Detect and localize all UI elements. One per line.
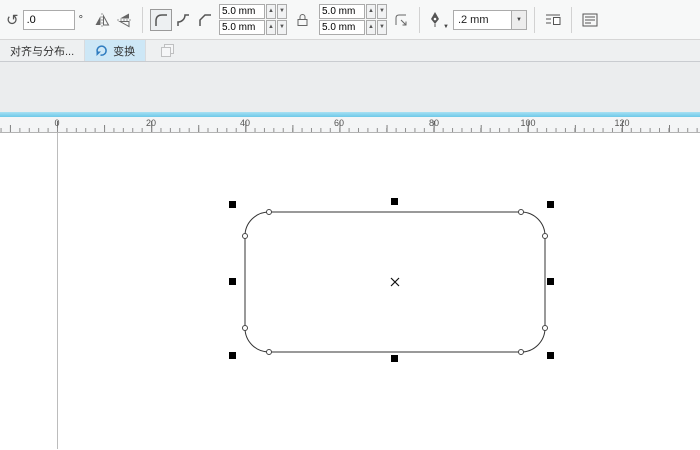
spinner-down-icon[interactable]: ▼: [376, 20, 387, 35]
chamfered-corner-button[interactable]: [194, 9, 216, 31]
lock-corners-button[interactable]: [292, 9, 314, 31]
corner-radius-group-left: ▲ ▼ ▲ ▼: [218, 4, 287, 35]
dropdown-caret-icon: ▼: [442, 23, 449, 30]
mirror-vertical-button[interactable]: [113, 9, 135, 31]
mirror-vertical-icon: [116, 13, 131, 27]
corner-radius-group-right: ▲ ▼ ▲ ▼: [318, 4, 387, 35]
tab-align-distribute[interactable]: 对齐与分布...: [0, 40, 86, 61]
toolbar-separator: [570, 6, 572, 33]
toolbar-separator: [141, 6, 143, 33]
corner-radius-top-right-input[interactable]: [318, 4, 365, 19]
ruler-tick-label: 60: [333, 118, 345, 128]
docker-tab-bar: 对齐与分布... 变换: [0, 40, 700, 62]
selection-handle[interactable]: [229, 201, 236, 208]
tab-transform[interactable]: 变换: [85, 40, 147, 61]
outline-width-value: .2 mm: [457, 13, 489, 26]
wrap-text-button[interactable]: [542, 9, 564, 31]
corner-radius-top-left-input[interactable]: [218, 4, 265, 19]
outline-pen-button[interactable]: ▼: [427, 9, 450, 31]
horizontal-ruler[interactable]: 0 20 40 60 80 100 120: [0, 117, 700, 133]
application-window: ↺ °: [0, 0, 700, 450]
dropdown-arrow-icon[interactable]: ▼: [510, 10, 526, 29]
copy-icon: [160, 44, 174, 57]
round-corner-button[interactable]: [149, 8, 172, 31]
tab-transform-label: 变换: [113, 45, 136, 58]
spinner-down-icon[interactable]: ▼: [276, 4, 287, 19]
toolbar-separator: [533, 6, 535, 33]
selection-handle[interactable]: [391, 198, 398, 205]
transform-icon: [96, 45, 107, 56]
corner-node[interactable]: [542, 325, 548, 331]
spinner-down-icon[interactable]: ▼: [276, 20, 287, 35]
mirror-horizontal-button[interactable]: [91, 9, 113, 31]
selection-handle[interactable]: [229, 278, 236, 285]
canvas-drawing: [229, 198, 554, 362]
chamfered-corner-icon: [199, 13, 211, 26]
selection-handle[interactable]: [547, 201, 554, 208]
relative-corner-icon: [395, 14, 407, 25]
rotation-angle-icon: ↺: [6, 11, 19, 29]
ruler-tick-label: 80: [428, 118, 440, 128]
lock-icon: [297, 13, 308, 26]
spinner-up-icon[interactable]: ▲: [265, 20, 276, 35]
rotation-angle-input[interactable]: [22, 9, 75, 30]
corner-node[interactable]: [542, 233, 548, 239]
relative-corner-scaling-button[interactable]: [390, 9, 412, 31]
wrap-text-icon: [545, 14, 561, 25]
canvas[interactable]: [0, 133, 700, 449]
corner-node[interactable]: [242, 233, 248, 239]
selection-handle[interactable]: [391, 355, 398, 362]
object-properties-icon: [582, 13, 598, 26]
tab-align-distribute-label: 对齐与分布...: [10, 45, 75, 58]
mirror-horizontal-icon: [95, 12, 110, 27]
corner-radius-bottom-right-input[interactable]: [318, 20, 365, 35]
object-properties-button[interactable]: [579, 9, 601, 31]
ruler-tick-label: 20: [145, 118, 157, 128]
outline-width-combobox[interactable]: .2 mm ▼: [452, 9, 527, 30]
corner-node[interactable]: [242, 325, 248, 331]
selection-handle[interactable]: [547, 278, 554, 285]
copy-docker-button[interactable]: [156, 40, 178, 62]
spinner-down-icon[interactable]: ▼: [376, 4, 387, 19]
round-corner-icon: [155, 13, 167, 26]
ruler-tick-label: 100: [520, 118, 536, 128]
scalloped-corner-button[interactable]: [172, 9, 194, 31]
ruler-tick-label: 120: [614, 118, 630, 128]
corner-node[interactable]: [518, 209, 524, 215]
outline-pen-icon: [430, 12, 439, 27]
corner-radius-bottom-left-input[interactable]: [218, 20, 265, 35]
corner-node[interactable]: [518, 349, 524, 355]
corner-node[interactable]: [266, 209, 272, 215]
selection-handle[interactable]: [229, 352, 236, 359]
workspace-background: [0, 62, 700, 112]
ruler-tick-label: 0: [54, 118, 60, 128]
spinner-up-icon[interactable]: ▲: [365, 20, 376, 35]
spinner-up-icon[interactable]: ▲: [265, 4, 276, 19]
ruler-tick-label: 40: [239, 118, 251, 128]
selection-handle[interactable]: [547, 352, 554, 359]
property-bar: ↺ °: [0, 0, 700, 40]
scalloped-corner-icon: [177, 13, 189, 26]
degree-symbol: °: [78, 13, 83, 26]
corner-node[interactable]: [266, 349, 272, 355]
spinner-up-icon[interactable]: ▲: [365, 4, 376, 19]
toolbar-separator: [418, 6, 420, 33]
